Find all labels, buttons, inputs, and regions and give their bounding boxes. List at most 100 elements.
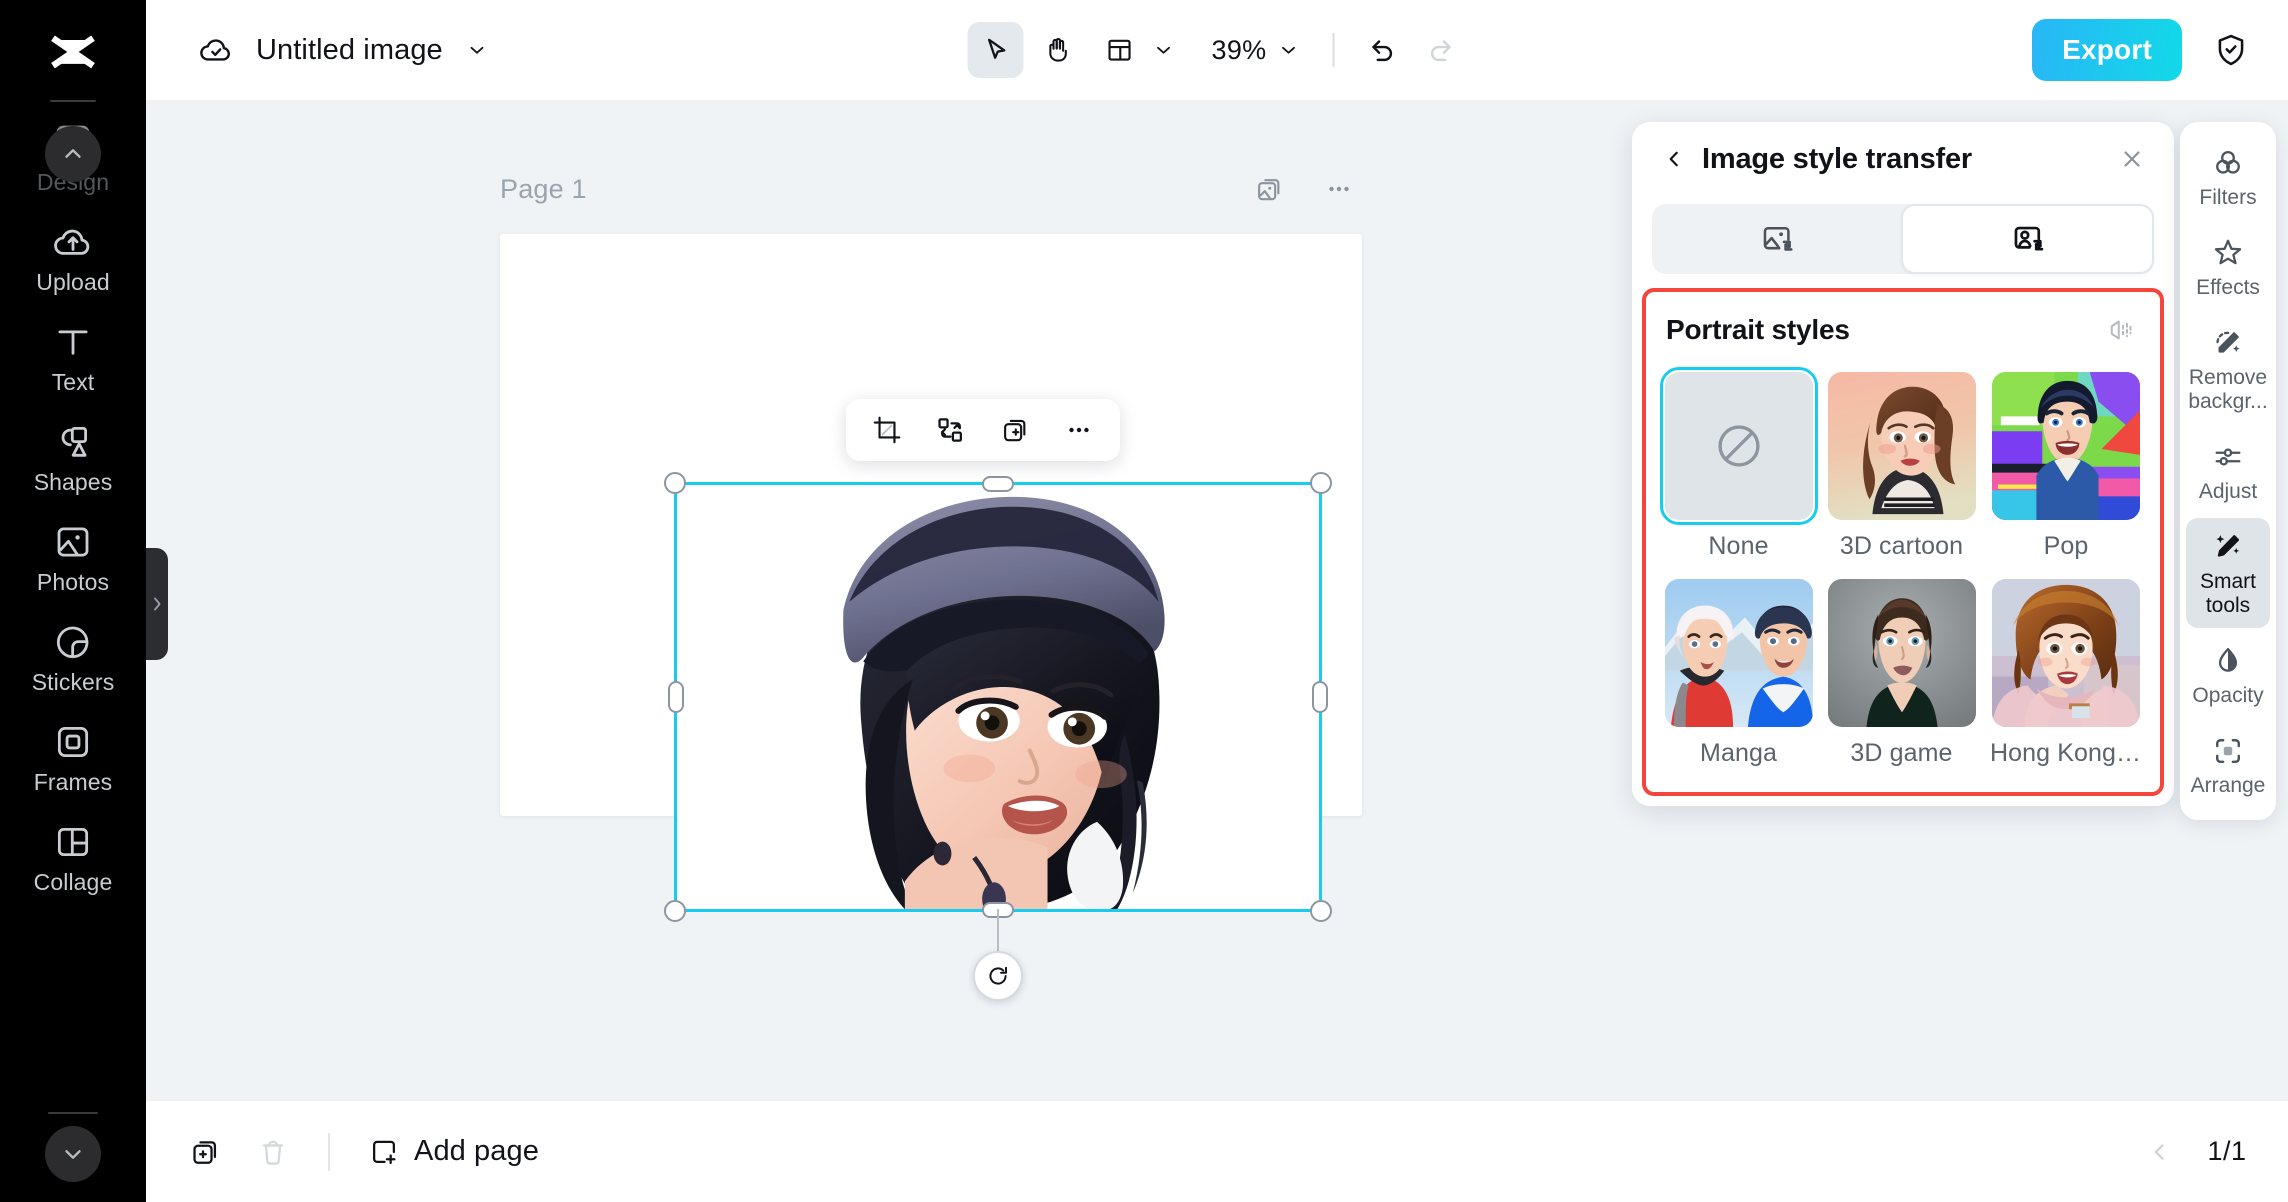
redo-button[interactable]: [1414, 24, 1466, 76]
document-title[interactable]: Untitled image: [256, 34, 443, 67]
shield-check-icon[interactable]: [2204, 23, 2258, 77]
style-option-3d-cartoon[interactable]: 3D cartoon: [1827, 372, 1976, 561]
duplicate-page-button[interactable]: [176, 1123, 234, 1181]
rail-item-label: Arrange: [2190, 774, 2266, 797]
chevron-down-icon: [1146, 32, 1182, 68]
sidebar-item-label: Shapes: [33, 469, 113, 495]
rotate-handle[interactable]: [973, 951, 1023, 1001]
zoom-selector[interactable]: 39%: [1192, 32, 1311, 68]
sidebar-item-label: Text: [51, 369, 95, 395]
portrait-styles-header: Portrait styles: [1660, 306, 2146, 350]
rail-item-opacity[interactable]: Opacity: [2186, 632, 2270, 718]
style-label: Hong Kong ...: [1990, 739, 2142, 767]
add-page-button[interactable]: Add page: [356, 1127, 551, 1176]
sidebar-divider-top: [50, 100, 96, 102]
duplicate-image-icon[interactable]: [1248, 168, 1290, 210]
sidebar-item-shapes[interactable]: Shapes: [0, 408, 146, 508]
export-button[interactable]: Export: [2032, 19, 2182, 81]
chevron-down-icon[interactable]: [455, 28, 499, 72]
cloud-check-icon[interactable]: [190, 24, 242, 76]
sidebar-item-label: Frames: [33, 769, 113, 795]
rail-item-adjust[interactable]: Adjust: [2186, 428, 2270, 514]
page-header: Page 1: [500, 168, 1360, 210]
select-tool-button[interactable]: [967, 22, 1024, 78]
bottombar-divider: [328, 1132, 330, 1171]
sidebar-item-stickers[interactable]: Stickers: [0, 608, 146, 708]
style-thumbnail: [1827, 372, 1976, 520]
previous-page-button[interactable]: [2138, 1130, 2182, 1174]
duplicate-plus-icon[interactable]: [986, 404, 1044, 456]
compare-icon[interactable]: [2100, 310, 2140, 350]
sidebar-item-photos[interactable]: Photos: [0, 508, 146, 608]
sidebar-item-frames[interactable]: Frames: [0, 708, 146, 808]
rotate-connector: [997, 909, 999, 955]
style-thumbnail: [1664, 579, 1813, 727]
undo-button[interactable]: [1356, 24, 1408, 76]
sidebar-item-label: Photos: [36, 569, 110, 595]
zoom-level-value: 39%: [1211, 34, 1267, 65]
rail-item-label: Filters: [2199, 186, 2257, 209]
style-option-hong-kong[interactable]: Hong Kong ...: [1990, 579, 2142, 768]
resize-handle-top-right[interactable]: [1310, 472, 1332, 494]
chevron-left-icon[interactable]: [1654, 139, 1694, 179]
add-page-label: Add page: [414, 1135, 539, 1167]
resize-handle-right[interactable]: [1312, 681, 1328, 713]
sidebar-divider-bottom: [48, 1112, 98, 1114]
style-label: Pop: [2043, 532, 2089, 560]
panel-header: Image style transfer: [1632, 122, 2174, 196]
capcut-logo-icon[interactable]: [40, 20, 106, 86]
close-x-icon[interactable]: [2112, 139, 2152, 179]
object-more-icon[interactable]: [1050, 404, 1108, 456]
object-floating-toolbar: [846, 399, 1120, 461]
rail-item-smart-tools[interactable]: Smart tools: [2186, 518, 2270, 628]
style-label: None: [1708, 532, 1769, 560]
selected-image[interactable]: [677, 485, 1319, 909]
rail-item-arrange[interactable]: Arrange: [2186, 722, 2270, 808]
right-tool-rail: Filters Effects Remove backgr... Adjust: [2180, 122, 2276, 820]
style-thumbnail: [1659, 367, 1818, 525]
page-navigation: 1/1: [2138, 1130, 2254, 1174]
sidebar-expand-handle[interactable]: [146, 548, 168, 660]
style-option-manga[interactable]: Manga: [1664, 579, 1813, 768]
resize-handle-top[interactable]: [982, 476, 1014, 492]
resize-handle-bottom-left[interactable]: [664, 900, 686, 922]
resize-handle-bottom-right[interactable]: [1310, 900, 1332, 922]
sidebar-item-collage[interactable]: Collage: [0, 808, 146, 908]
style-thumbnail: [1992, 579, 2140, 727]
style-label: 3D cartoon: [1839, 532, 1964, 560]
style-option-3d-game[interactable]: 3D game: [1827, 579, 1976, 768]
page-label: Page 1: [500, 173, 587, 204]
top-toolbar: Untitled image 39% Export: [146, 0, 2288, 100]
sidebar-item-upload[interactable]: Upload: [0, 208, 146, 308]
resize-handle-left[interactable]: [668, 681, 684, 713]
sidebar-scroll-down-button[interactable]: [45, 1126, 101, 1182]
crop-icon[interactable]: [858, 404, 916, 456]
rail-item-label: Opacity: [2192, 684, 2264, 707]
sidebar-item-text[interactable]: Text: [0, 308, 146, 408]
page-more-icon[interactable]: [1318, 168, 1360, 210]
replace-image-icon[interactable]: [922, 404, 980, 456]
tab-image-style[interactable]: [1652, 204, 1901, 274]
hand-tool-button[interactable]: [1030, 22, 1086, 78]
resize-handle-top-left[interactable]: [664, 472, 686, 494]
page-counter: 1/1: [2207, 1136, 2247, 1166]
toolbar-divider: [1332, 33, 1335, 67]
rail-item-label: Adjust: [2198, 480, 2258, 503]
rail-item-remove-background[interactable]: Remove backgr...: [2186, 314, 2270, 424]
rail-item-filters[interactable]: Filters: [2186, 134, 2270, 220]
style-option-pop[interactable]: Pop: [1990, 372, 2142, 561]
rail-item-label: Effects: [2196, 276, 2260, 299]
style-label: 3D game: [1850, 739, 1953, 767]
app-root: Design Upload Text Shapes Photos Sticker…: [0, 0, 2288, 1202]
layout-grid-icon: [1096, 26, 1144, 74]
topbar-center-tools: 39%: [967, 22, 1467, 78]
delete-page-button[interactable]: [244, 1123, 302, 1181]
selection-frame[interactable]: [664, 472, 1332, 1001]
sidebar-scroll-up-button[interactable]: [45, 126, 101, 182]
style-option-none[interactable]: None: [1659, 367, 1818, 561]
tab-portrait-style[interactable]: [1901, 204, 2154, 274]
sidebar-item-label: Upload: [36, 269, 110, 295]
portrait-styles-section: Portrait styles None 3D cartoon Pop Mang…: [1642, 288, 2164, 796]
layout-selector[interactable]: [1092, 26, 1186, 74]
rail-item-effects[interactable]: Effects: [2186, 224, 2270, 310]
